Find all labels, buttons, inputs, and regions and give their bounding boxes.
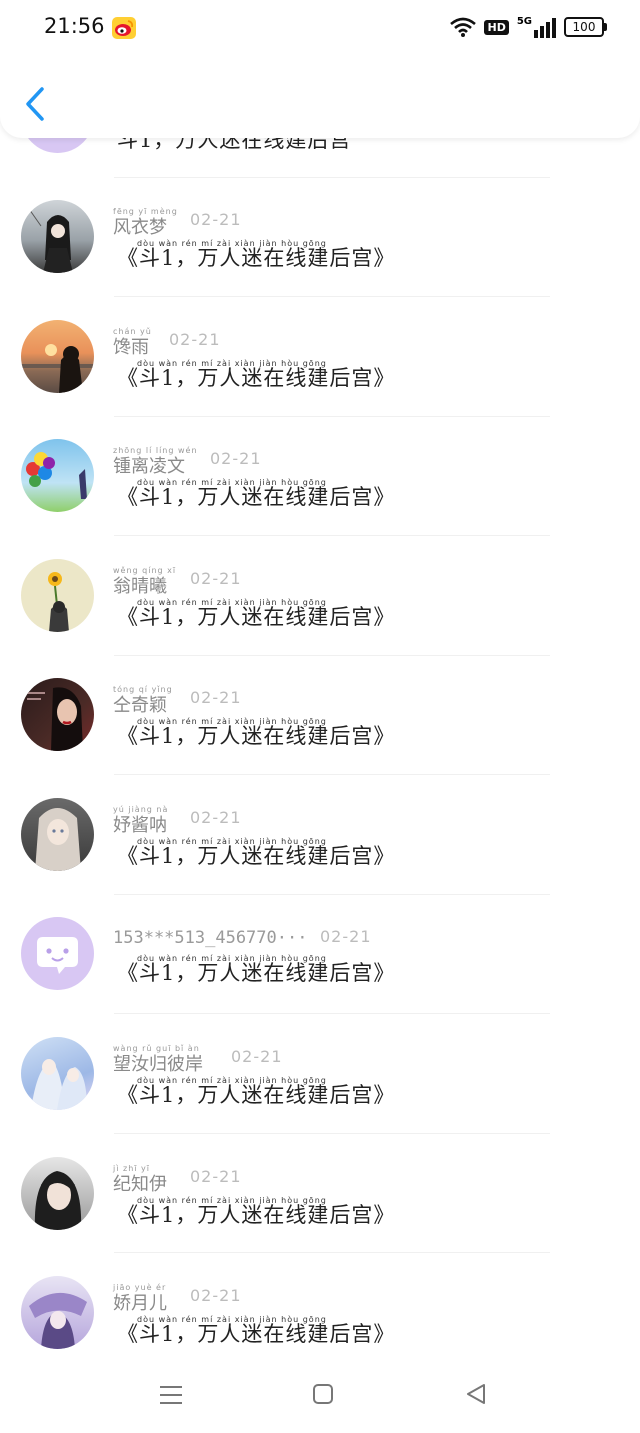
back-triangle-icon[interactable] — [462, 1380, 492, 1410]
message-text: 《斗1，万人迷在线建后宫》 — [117, 961, 396, 985]
sender-name: 锺离凌文 — [113, 456, 185, 477]
divider — [114, 1133, 550, 1134]
avatar — [21, 1037, 94, 1110]
sender-name: 仝奇颖 — [113, 695, 167, 716]
woman-portrait-icon — [27, 687, 83, 751]
avatar — [21, 678, 94, 751]
avatar — [21, 917, 94, 990]
list-item[interactable]: fēng yī mèng 风衣梦 02-21 dòu wàn rén mí zà… — [0, 178, 640, 296]
list-item[interactable]: 153***513_456770··· 02-21 dòu wàn rén mí… — [0, 895, 640, 1013]
avatar — [21, 439, 94, 512]
sender-name: 馋雨 — [113, 337, 149, 358]
wifi-icon — [450, 17, 477, 37]
anime-girl-icon — [35, 808, 81, 871]
message-date: 02-21 — [190, 210, 242, 229]
message-text: 《斗1，万人迷在线建后宫》 — [117, 724, 396, 748]
divider — [114, 774, 550, 775]
sender-name: 153***513_456770··· — [113, 928, 308, 948]
message-text: 《斗1，万人迷在线建后宫》 — [117, 844, 396, 868]
sender-name: 娇月儿 — [113, 1293, 167, 1314]
avatar — [21, 798, 94, 871]
list-item[interactable]: wàng rǔ guī bǐ àn 望汝归彼岸 02-21 dòu wàn ré… — [0, 1015, 640, 1133]
message-date: 02-21 — [169, 330, 221, 349]
weibo-icon — [112, 17, 136, 39]
anime-man-icon — [26, 205, 73, 273]
message-date: 02-21 — [190, 569, 242, 588]
sender-name: 妤酱呐 — [113, 815, 167, 836]
list-item[interactable]: zhōng lí líng wén 锺离凌文 02-21 dòu wàn rén… — [0, 417, 640, 535]
balloons-icon — [26, 452, 87, 499]
message-text: 《斗1，万人迷在线建后宫》 — [117, 246, 396, 270]
message-date: 02-21 — [231, 1047, 283, 1066]
sunset-girl-icon — [21, 344, 94, 393]
message-text: 《斗1，万人迷在线建后宫》 — [117, 605, 396, 629]
avatar — [21, 559, 94, 632]
battery-indicator: 100 — [564, 17, 607, 37]
avatar — [21, 320, 94, 393]
avatar — [21, 1276, 94, 1349]
divider — [114, 1252, 550, 1253]
message-text: 《斗1，万人迷在线建后宫》 — [117, 1203, 396, 1227]
sender-name: 翁晴曦 — [113, 576, 167, 597]
network-label: 5G — [516, 16, 532, 27]
hd-badge: HD — [484, 19, 509, 35]
message-date: 02-21 — [190, 1167, 242, 1186]
message-text: 《斗1，万人迷在线建后宫》 — [117, 485, 396, 509]
menu-icon[interactable] — [156, 1380, 186, 1410]
anime-purple-icon — [29, 1292, 87, 1349]
back-button[interactable] — [22, 86, 48, 122]
list-item[interactable]: tóng qí yǐng 仝奇颖 02-21 dòu wàn rén mí zà… — [0, 656, 640, 774]
message-date: 02-21 — [190, 1286, 242, 1305]
signal-icon — [534, 18, 556, 38]
message-text: 《斗1，万人迷在线建后宫》 — [117, 1322, 396, 1346]
list-item[interactable]: wěng qíng xī 翁晴曦 02-21 dòu wàn rén mí zà… — [0, 537, 640, 655]
message-date: 02-21 — [190, 688, 242, 707]
divider — [114, 535, 550, 536]
status-time: 21:56 — [44, 14, 105, 38]
sender-name: 望汝归彼岸 — [113, 1054, 203, 1075]
message-text: 《斗1，万人迷在线建后宫》 — [117, 366, 396, 390]
message-date: 02-21 — [210, 449, 262, 468]
sender-name: 风衣梦 — [113, 217, 167, 238]
message-text: 《斗1，万人迷在线建后宫》 — [117, 1083, 396, 1107]
list-item[interactable]: chán yǔ 馋雨 02-21 dòu wàn rén mí zài xiàn… — [0, 298, 640, 416]
message-date: 02-21 — [190, 808, 242, 827]
fantasy-girls-icon — [31, 1059, 87, 1110]
signal-group: 5G — [517, 16, 556, 38]
sunflower-icon — [48, 572, 69, 632]
chevron-left-icon — [26, 87, 44, 121]
list-item[interactable]: yú jiàng nà 妤酱呐 02-21 dòu wàn rén mí zài… — [0, 776, 640, 894]
sender-name: 纪知伊 — [113, 1174, 167, 1195]
divider — [114, 296, 550, 297]
list-item[interactable]: jiāo yuè ér 娇月儿 02-21 dòu wàn rén mí zài… — [0, 1254, 640, 1372]
message-date: 02-21 — [320, 927, 372, 946]
status-bar: 21:56 HD 5G 100 — [0, 0, 640, 58]
divider — [114, 1013, 550, 1014]
list-item[interactable]: jì zhī yī 纪知伊 02-21 dòu wàn rén mí zài x… — [0, 1135, 640, 1253]
chat-bubble-icon — [37, 937, 78, 974]
avatar — [21, 1157, 94, 1230]
avatar — [21, 200, 94, 273]
home-square-icon[interactable] — [308, 1380, 338, 1410]
selfie-girl-icon — [34, 1171, 82, 1230]
